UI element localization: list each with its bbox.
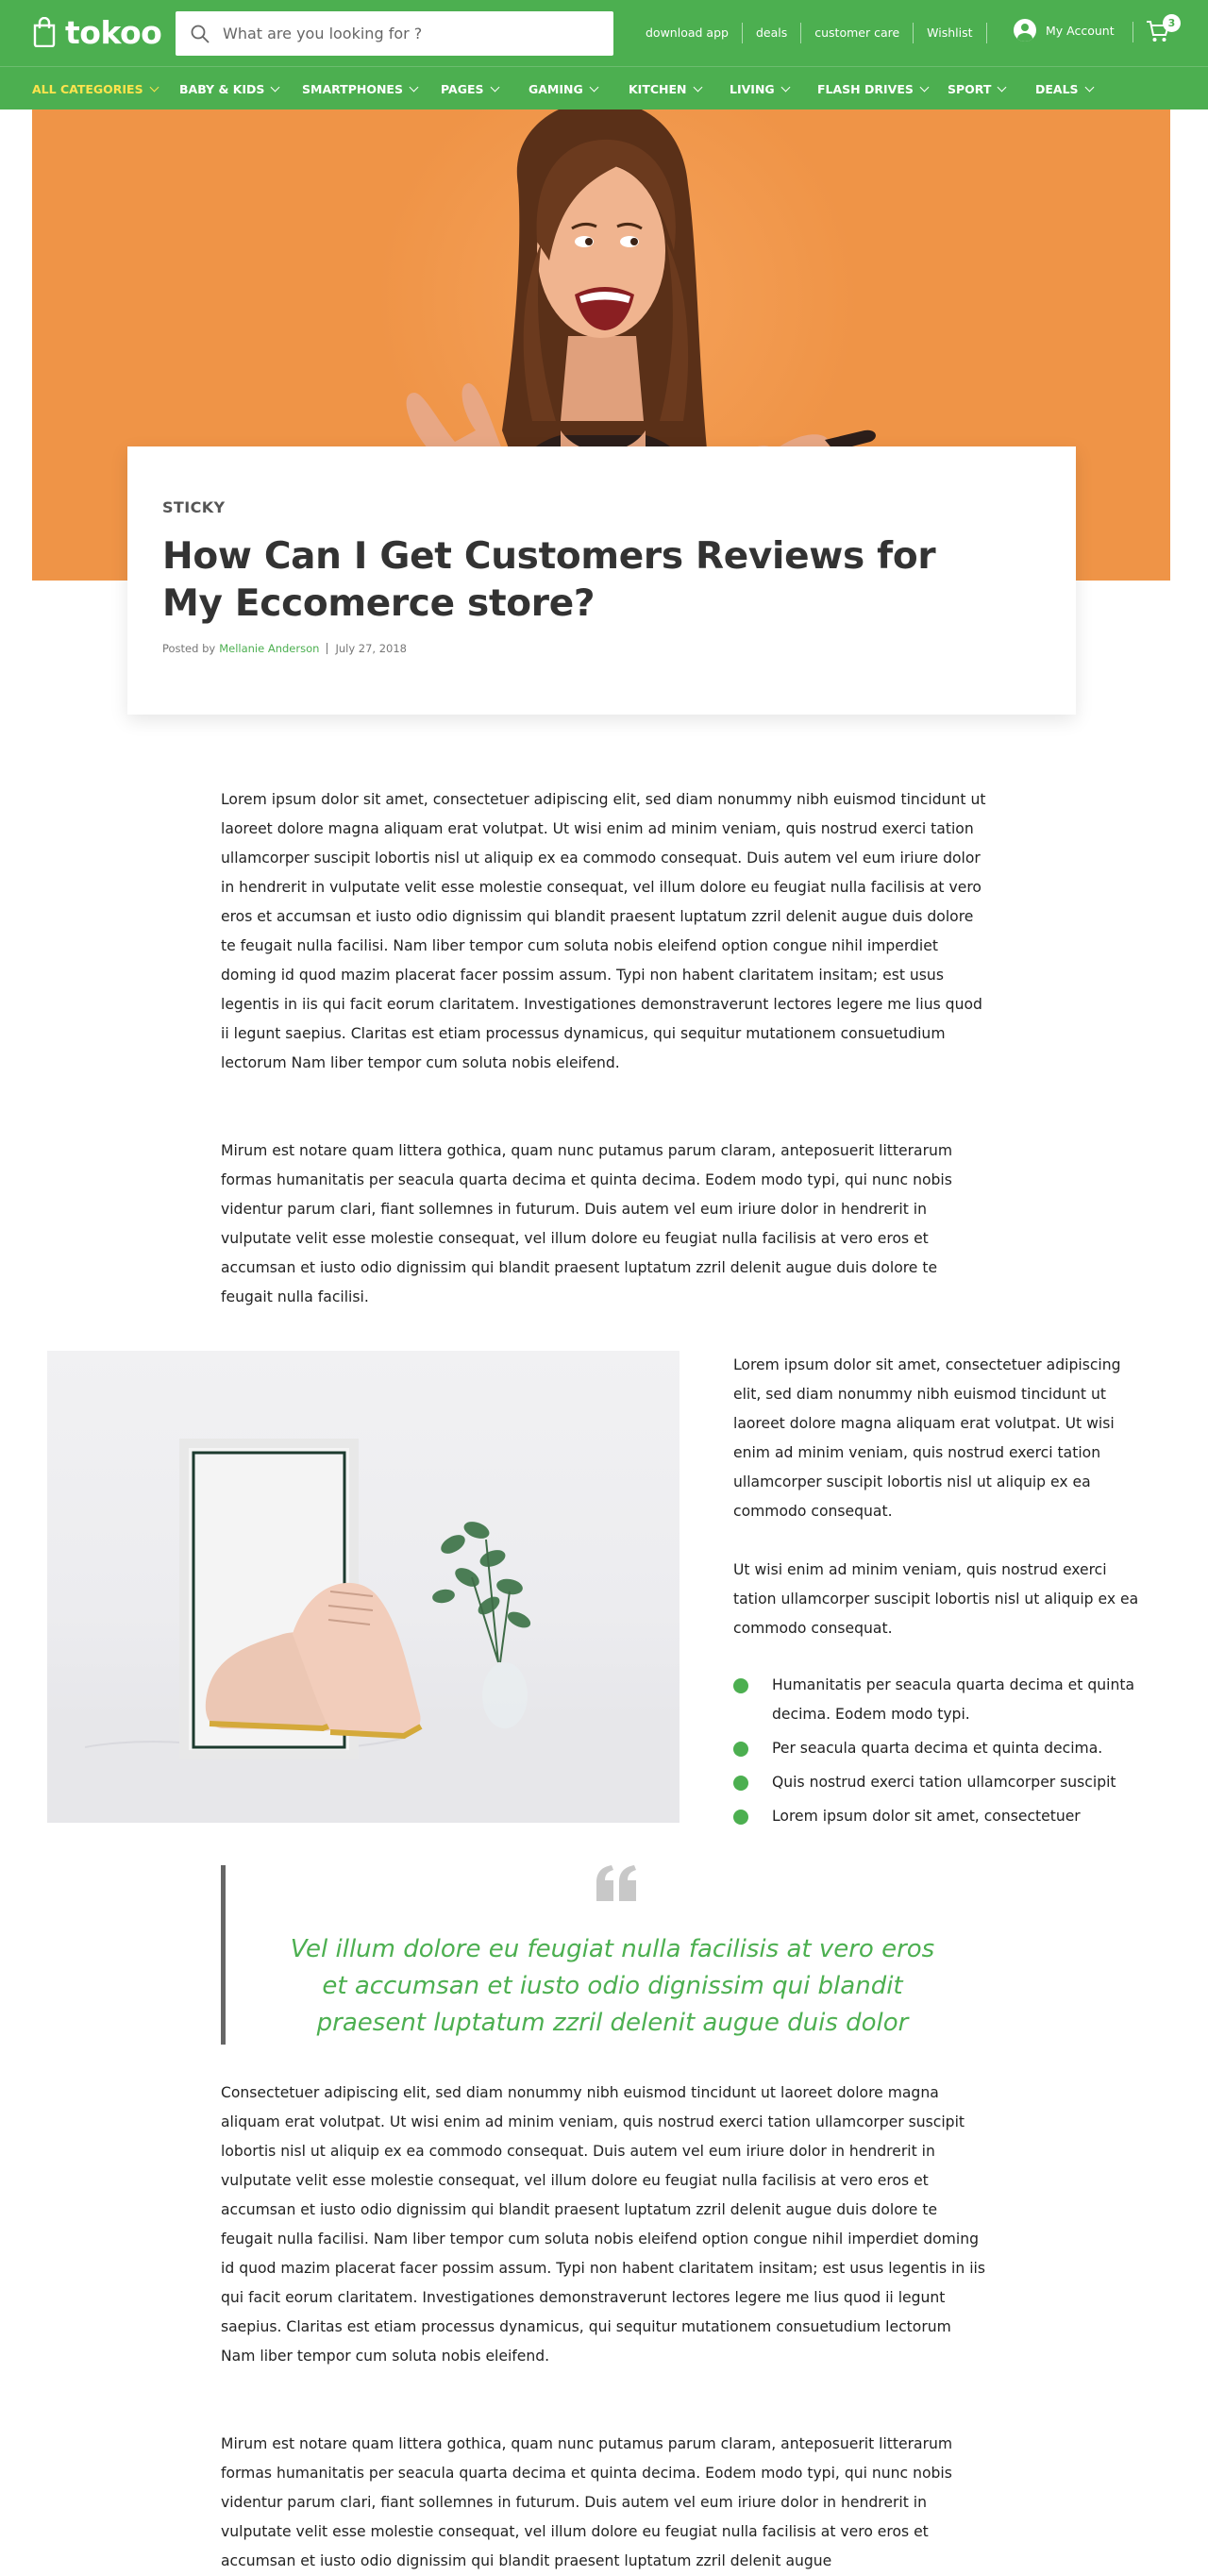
chevron-down-icon xyxy=(490,82,499,92)
shoes-photo xyxy=(47,1351,680,1823)
list-item: Humanitatis per seacula quarta decima et… xyxy=(733,1671,1149,1729)
quote-icon xyxy=(596,1865,636,1901)
article-paragraph: Mirum est notare quam littera gothica, q… xyxy=(221,1142,953,1305)
shopping-bag-icon xyxy=(33,17,56,47)
main-nav: ALL CATEGORIES BABY & KIDS SMARTPHONES P… xyxy=(0,66,1208,109)
side-paragraph: Lorem ipsum dolor sit amet, consectetuer… xyxy=(733,1356,1121,1520)
nav-label: KITCHEN xyxy=(629,81,687,96)
chevron-down-icon xyxy=(589,82,599,92)
author-link[interactable]: Mellanie Anderson xyxy=(219,642,319,655)
nav-label: PAGES xyxy=(441,81,484,96)
article-paragraph: Consectetuer adipiscing elit, sed diam n… xyxy=(221,2084,985,2365)
post-title: How Can I Get Customers Reviews for My E… xyxy=(162,535,936,625)
cart-button[interactable]: 3 xyxy=(1146,14,1181,45)
nav-item-baby-kids[interactable]: BABY & KIDS xyxy=(179,67,280,110)
nav-label: SPORT xyxy=(948,81,992,96)
nav-item-sport[interactable]: SPORT xyxy=(948,67,1007,110)
nav-item-smartphones[interactable]: SMARTPHONES xyxy=(302,67,419,110)
post-header-card: STICKY How Can I Get Customers Reviews f… xyxy=(127,446,1076,715)
posted-by-label: Posted by xyxy=(162,642,216,655)
post-meta: Posted by Mellanie Anderson July 27, 201… xyxy=(162,642,1040,655)
search-input[interactable] xyxy=(223,25,600,42)
chevron-down-icon xyxy=(1084,82,1095,92)
top-bar: tokoo download app deals customer care W… xyxy=(0,0,1208,66)
nav-label: SMARTPHONES xyxy=(302,81,403,96)
article-paragraph: Lorem ipsum dolor sit amet, consectetuer… xyxy=(221,791,986,1071)
my-account-link[interactable]: My Account xyxy=(1014,19,1115,42)
list-item-text: Lorem ipsum dolor sit amet, consectetuer xyxy=(772,1808,1081,1825)
quote-text: Vel illum dolore eu feugiat nulla facili… xyxy=(290,1935,935,2037)
deals-link[interactable]: deals xyxy=(743,23,802,43)
user-icon xyxy=(1014,19,1036,42)
chevron-down-icon xyxy=(780,82,791,92)
chevron-down-icon xyxy=(149,82,159,92)
nav-item-pages[interactable]: PAGES xyxy=(441,67,499,110)
chevron-down-icon xyxy=(270,82,280,92)
cart-count-badge: 3 xyxy=(1163,14,1181,32)
site-logo-text: tokoo xyxy=(65,13,162,51)
nav-item-kitchen[interactable]: KITCHEN xyxy=(629,67,702,110)
nav-item-living[interactable]: LIVING xyxy=(730,67,791,110)
blockquote: Vel illum dolore eu feugiat nulla facili… xyxy=(221,1865,987,2045)
my-account-label: My Account xyxy=(1046,23,1115,38)
nav-item-gaming[interactable]: GAMING xyxy=(528,67,599,110)
chevron-down-icon xyxy=(409,82,419,92)
nav-label: LIVING xyxy=(730,81,775,96)
nav-label: GAMING xyxy=(528,81,583,96)
chevron-down-icon xyxy=(997,82,1007,92)
nav-label: BABY & KIDS xyxy=(179,81,265,96)
divider xyxy=(1132,22,1133,42)
bullet-dot-icon xyxy=(733,1810,748,1825)
bullet-dot-icon xyxy=(733,1742,748,1757)
list-item: Lorem ipsum dolor sit amet, consectetuer xyxy=(733,1802,1149,1831)
bullet-dot-icon xyxy=(733,1776,748,1791)
download-app-link[interactable]: download app xyxy=(630,23,743,43)
nav-item-flash-drives[interactable]: FLASH DRIVES xyxy=(817,67,930,110)
list-item: Quis nostrud exerci tation ullamcorper s… xyxy=(733,1768,1149,1797)
top-links: download app deals customer care Wishlis… xyxy=(630,21,987,45)
site-logo[interactable]: tokoo xyxy=(32,13,162,51)
wishlist-link[interactable]: Wishlist xyxy=(914,23,987,43)
list-item-text: Quis nostrud exerci tation ullamcorper s… xyxy=(772,1774,1116,1791)
shoes-illustration xyxy=(47,1439,680,1823)
chevron-down-icon xyxy=(693,82,702,92)
nav-label: ALL CATEGORIES xyxy=(32,81,143,96)
list-item: Per seacula quarta decima et quinta deci… xyxy=(733,1734,1149,1763)
nav-item-all-categories[interactable]: ALL CATEGORIES xyxy=(32,67,159,110)
bullet-list: Humanitatis per seacula quarta decima et… xyxy=(733,1671,1149,1836)
nav-item-deals[interactable]: DEALS xyxy=(1035,67,1095,110)
post-date: July 27, 2018 xyxy=(335,642,407,655)
sticky-tag: STICKY xyxy=(162,498,226,516)
bullet-dot-icon xyxy=(733,1678,748,1693)
side-paragraph: Ut wisi enim ad minim veniam, quis nostr… xyxy=(733,1561,1139,1637)
list-item-text: Per seacula quarta decima et quinta deci… xyxy=(772,1740,1103,1757)
nav-label: FLASH DRIVES xyxy=(817,81,914,96)
list-item-text: Humanitatis per seacula quarta decima et… xyxy=(772,1676,1135,1723)
search-box[interactable] xyxy=(176,11,613,56)
article-paragraph: Mirum est notare quam littera gothica, q… xyxy=(221,2435,953,2569)
search-icon xyxy=(191,25,210,43)
nav-label: DEALS xyxy=(1035,81,1079,96)
chevron-down-icon xyxy=(919,82,930,92)
customer-care-link[interactable]: customer care xyxy=(801,23,914,43)
